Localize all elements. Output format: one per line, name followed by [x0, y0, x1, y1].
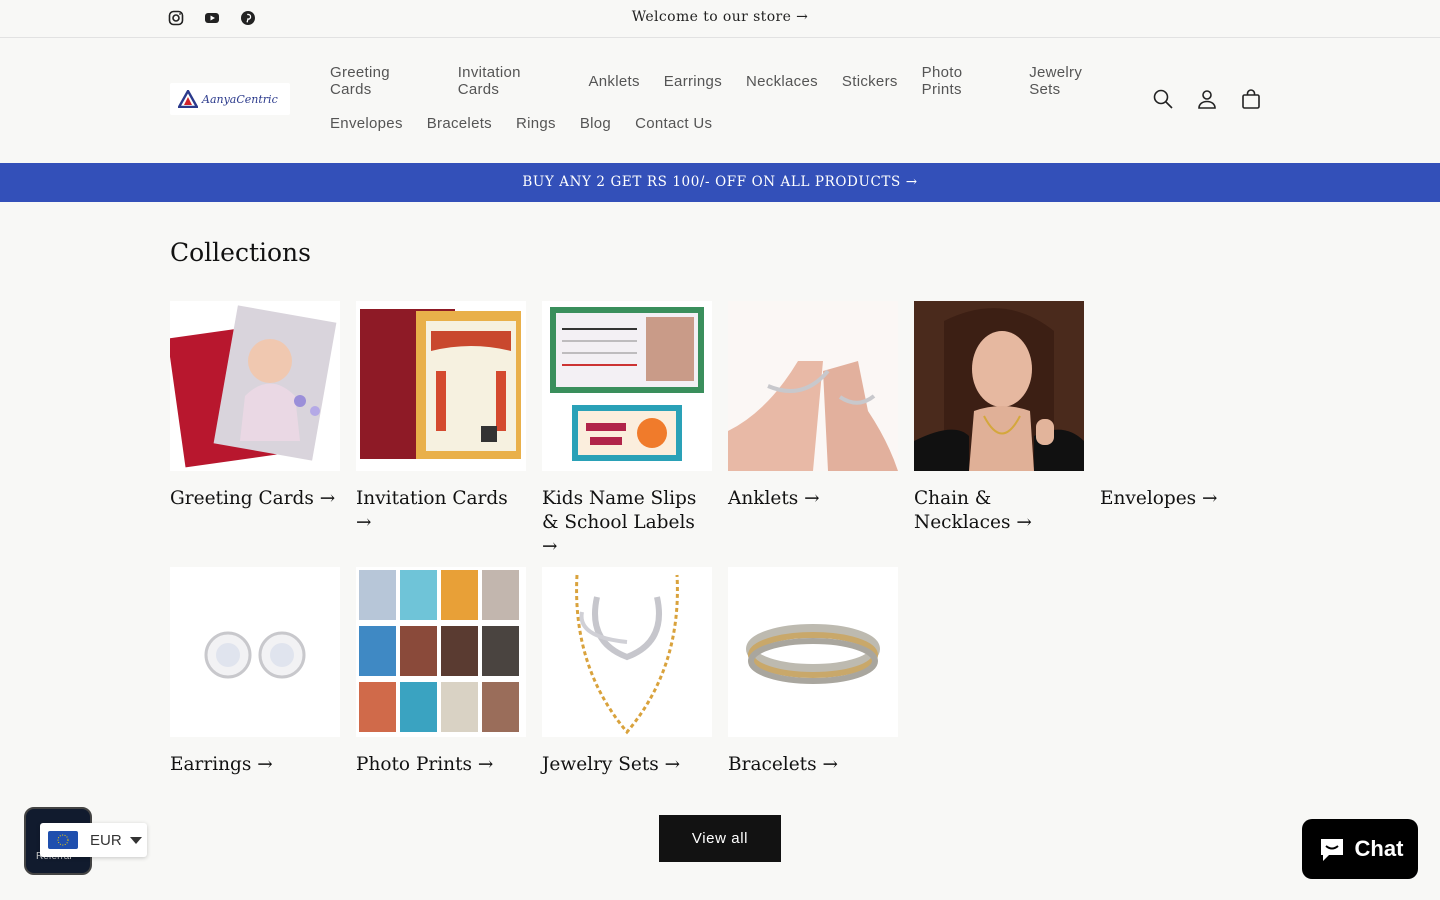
collection-card-greeting-cards[interactable]: Greeting Cards → [170, 301, 340, 511]
collection-label[interactable]: Anklets → [728, 487, 898, 511]
announcement-bar: Welcome to our store → [0, 0, 1440, 38]
nav-item-anklets[interactable]: Anklets [576, 73, 651, 90]
envelopes-image-placeholder [1100, 301, 1270, 471]
promo-banner[interactable]: BUY ANY 2 GET RS 100/- OFF ON ALL PRODUC… [0, 163, 1440, 202]
collection-card-photo-prints[interactable]: Photo Prints → [356, 567, 526, 777]
nav-item-greeting-cards[interactable]: Greeting Cards [318, 64, 446, 98]
collection-card-envelopes[interactable]: Envelopes → [1100, 301, 1270, 511]
collection-card-kids-name-slips[interactable]: Kids Name Slips & School Labels → [542, 301, 712, 559]
store-logo[interactable]: AanyaCentric [170, 83, 290, 115]
site-header: AanyaCentric Greeting Cards Invitation C… [0, 38, 1440, 163]
chat-label: Chat [1354, 836, 1404, 861]
view-all-button[interactable]: View all [659, 815, 781, 862]
collection-label[interactable]: Photo Prints → [356, 753, 526, 777]
anklets-image [728, 301, 898, 471]
chat-button[interactable]: Chat [1302, 819, 1418, 879]
collection-label[interactable]: Invitation Cards → [356, 487, 526, 535]
collection-card-invitation-cards[interactable]: Invitation Cards → [356, 301, 526, 535]
collection-label[interactable]: Greeting Cards → [170, 487, 340, 511]
main-nav: Greeting Cards Invitation Cards Anklets … [318, 60, 1128, 144]
collection-label[interactable]: Earrings → [170, 753, 340, 777]
search-icon[interactable] [1152, 88, 1174, 110]
collection-card-chain-necklaces[interactable]: Chain & Necklaces → [914, 301, 1084, 535]
nav-item-stickers[interactable]: Stickers [830, 73, 910, 90]
chevron-down-icon [129, 836, 142, 844]
collection-label[interactable]: Jewelry Sets → [542, 753, 712, 777]
collection-label[interactable]: Envelopes → [1100, 487, 1270, 511]
greeting-cards-image [170, 301, 340, 471]
nav-item-earrings[interactable]: Earrings [652, 73, 734, 90]
nav-row-1: Greeting Cards Invitation Cards Anklets … [318, 60, 1128, 102]
earrings-image [170, 567, 340, 737]
collection-label[interactable]: Bracelets → [728, 753, 898, 777]
photo-prints-image [356, 567, 526, 737]
logo-text: AanyaCentric [202, 92, 278, 106]
kids-name-slips-image [542, 301, 712, 471]
nav-item-rings[interactable]: Rings [504, 115, 568, 132]
collection-card-anklets[interactable]: Anklets → [728, 301, 898, 511]
nav-item-envelopes[interactable]: Envelopes [318, 115, 415, 132]
header-icons [1152, 88, 1262, 110]
chain-necklaces-image [914, 301, 1084, 471]
currency-code: EUR [90, 831, 122, 849]
collection-card-earrings[interactable]: Earrings → [170, 567, 340, 777]
jewelry-sets-image [542, 567, 712, 737]
cart-icon[interactable] [1240, 88, 1262, 110]
nav-item-contact-us[interactable]: Contact Us [623, 115, 724, 132]
nav-item-jewelry-sets[interactable]: Jewelry Sets [1017, 64, 1128, 98]
collections-title: Collections [170, 238, 311, 267]
eu-flag-icon [48, 831, 78, 849]
account-icon[interactable] [1196, 88, 1218, 110]
nav-item-blog[interactable]: Blog [568, 115, 623, 132]
chat-bubble-icon [1320, 839, 1343, 861]
nav-item-invitation-cards[interactable]: Invitation Cards [446, 64, 577, 98]
bracelets-image [728, 567, 898, 737]
nav-item-necklaces[interactable]: Necklaces [734, 73, 830, 90]
nav-item-photo-prints[interactable]: Photo Prints [910, 64, 1018, 98]
nav-row-2: Envelopes Bracelets Rings Blog Contact U… [318, 102, 1128, 144]
collection-card-bracelets[interactable]: Bracelets → [728, 567, 898, 777]
currency-selector[interactable]: EUR [40, 823, 147, 857]
collection-label[interactable]: Kids Name Slips & School Labels → [542, 487, 712, 559]
collection-label[interactable]: Chain & Necklaces → [914, 487, 1084, 535]
invitation-cards-image [356, 301, 526, 471]
nav-item-bracelets[interactable]: Bracelets [415, 115, 504, 132]
announcement-link[interactable]: Welcome to our store → [0, 9, 1440, 25]
collection-card-jewelry-sets[interactable]: Jewelry Sets → [542, 567, 712, 777]
logo-mark-icon [178, 90, 198, 108]
